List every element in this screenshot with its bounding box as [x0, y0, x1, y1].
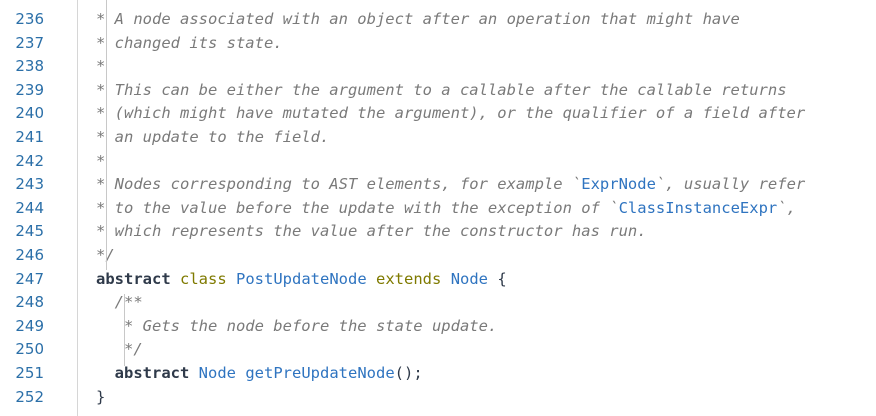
code-line[interactable]: 236 * A node associated with an object af…: [0, 7, 876, 31]
code-line[interactable]: 251 abstract Node getPreUpdateNode();: [0, 361, 876, 385]
code-text: /**: [96, 290, 143, 314]
code-line[interactable]: 241 * an update to the field.: [0, 125, 876, 149]
code-token: class: [180, 269, 227, 288]
code-text: *: [96, 149, 105, 173]
line-number: 245: [15, 222, 44, 241]
code-text: * which represents the value after the c…: [96, 219, 647, 243]
code-line[interactable]: 244 * to the value before the update with…: [0, 196, 876, 220]
line-number: 242: [15, 151, 44, 170]
code-line[interactable]: 250 */: [0, 337, 876, 361]
code-token: /**: [96, 293, 143, 312]
code-text: }: [96, 385, 105, 409]
code-token: * Nodes corresponding to AST elements, f…: [96, 175, 582, 194]
code-token: {: [488, 269, 507, 288]
code-editor[interactable]: 236 * A node associated with an object af…: [0, 0, 876, 416]
code-token: *: [96, 57, 106, 76]
line-number: 237: [15, 33, 44, 52]
code-text: * This can be either the argument to a c…: [96, 78, 787, 102]
code-token: ExprNode: [581, 175, 656, 194]
line-number: 250: [15, 340, 44, 359]
code-token: * changed its state.: [96, 33, 283, 52]
code-text: *: [96, 54, 105, 78]
code-line[interactable]: 237 * changed its state.: [0, 31, 876, 55]
line-number: 240: [15, 104, 44, 123]
code-line[interactable]: 239 * This can be either the argument to …: [0, 78, 876, 102]
code-line[interactable]: 247 abstract class PostUpdateNode extends…: [0, 267, 876, 291]
code-line[interactable]: 252}: [0, 385, 876, 409]
code-token: * (which might have mutated the argument…: [96, 104, 806, 123]
code-token: abstract: [96, 269, 171, 288]
code-token: Node: [198, 364, 236, 382]
line-number: 248: [15, 293, 44, 312]
code-token: * which represents the value after the c…: [96, 222, 647, 241]
code-token: * to the value before the update with th…: [96, 198, 619, 217]
line-number: 236: [15, 10, 44, 28]
code-token: abstract: [114, 364, 190, 382]
code-line[interactable]: 245 * which represents the value after th…: [0, 219, 876, 243]
line-number: 246: [15, 246, 44, 264]
line-number: 249: [15, 316, 44, 335]
code-text: */: [96, 337, 143, 361]
code-token: `, usually refer: [655, 175, 806, 194]
code-line[interactable]: 248 /**: [0, 290, 876, 314]
code-text: * (which might have mutated the argument…: [96, 101, 805, 125]
line-number: 247: [15, 269, 44, 288]
code-token: * This can be either the argument to a c…: [96, 80, 787, 99]
code-token: */: [96, 340, 143, 359]
code-token: * an update to the field.: [96, 128, 330, 146]
code-text: abstract class PostUpdateNode extends No…: [96, 267, 507, 291]
line-number: 244: [15, 198, 44, 217]
code-text: * changed its state.: [96, 31, 283, 55]
code-line[interactable]: 242 *: [0, 149, 876, 173]
indent-guide-inner: [124, 294, 125, 366]
code-token: *: [96, 151, 106, 170]
code-line[interactable]: 238 *: [0, 54, 876, 78]
line-number: 241: [15, 128, 44, 146]
line-number: 239: [15, 80, 44, 99]
code-line[interactable]: 240 * (which might have mutated the argum…: [0, 101, 876, 125]
code-line[interactable]: 249 * Gets the node before the state upd…: [0, 314, 876, 338]
code-text: abstract Node getPreUpdateNode();: [96, 361, 423, 385]
code-line[interactable]: 243 * Nodes corresponding to AST elements…: [0, 172, 876, 196]
code-token: PostUpdateNode: [236, 269, 367, 288]
line-number: 251: [15, 364, 44, 382]
line-number: 238: [15, 57, 44, 76]
line-number: 243: [15, 175, 44, 194]
code-token: }: [96, 387, 106, 406]
code-text: * to the value before the update with th…: [96, 196, 796, 220]
code-token: ClassInstanceExpr: [618, 198, 778, 217]
code-token: ();: [394, 364, 423, 382]
line-number: 252: [15, 387, 44, 406]
code-token: * Gets the node before the state update.: [96, 316, 498, 335]
code-text: * Nodes corresponding to AST elements, f…: [96, 172, 805, 196]
code-token: `,: [777, 198, 796, 217]
code-line[interactable]: 246*/: [0, 243, 876, 267]
code-text: * Gets the node before the state update.: [96, 314, 497, 338]
code-text: * an update to the field.: [96, 125, 329, 149]
indent-guide: [106, 0, 107, 270]
code-token: * A node associated with an object after…: [96, 10, 740, 28]
code-text: * A node associated with an object after…: [96, 7, 740, 31]
code-token: getPreUpdateNode: [245, 364, 395, 382]
code-token: Node: [450, 269, 489, 288]
code-token: extends: [376, 269, 442, 288]
